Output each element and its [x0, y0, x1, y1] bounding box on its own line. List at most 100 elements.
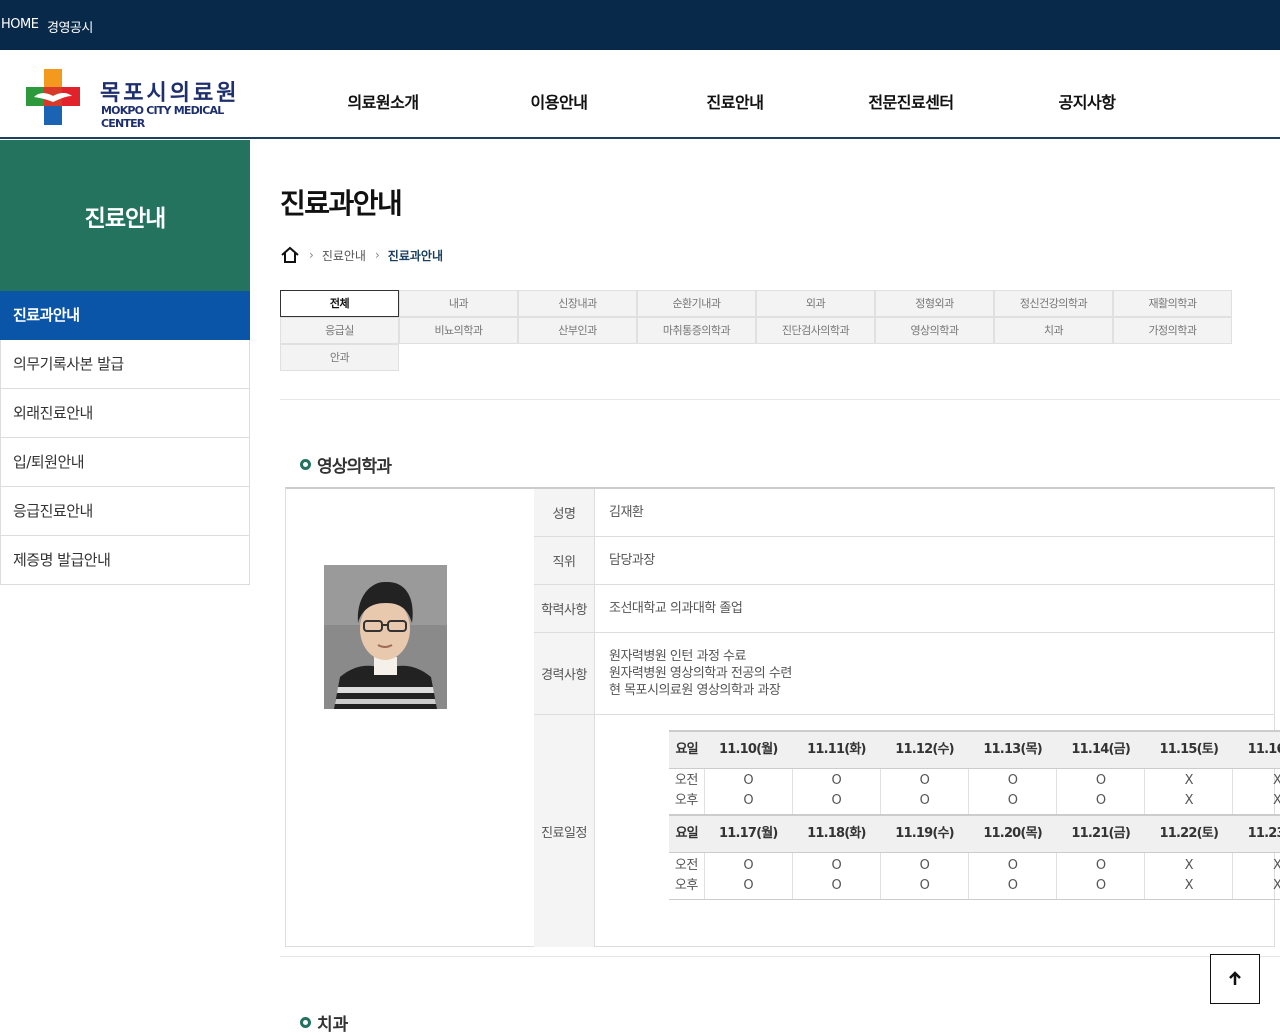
value-name: 김재환 [594, 489, 1274, 536]
breadcrumb-level1[interactable]: 진료안내 [322, 247, 366, 264]
pm-status: O [1007, 877, 1018, 893]
tab-psychiatry[interactable]: 정신건강의학과 [994, 290, 1113, 317]
value-education: 조선대학교 의과대학 졸업 [594, 585, 1274, 632]
schedule-day: 11.14(금) [1056, 730, 1145, 769]
am-status: O [1095, 773, 1106, 789]
chevron-right-icon: › [309, 248, 314, 262]
tab-rehabilitation[interactable]: 재활의학과 [1113, 290, 1232, 317]
schedule-day: 11.21(금) [1056, 814, 1145, 853]
divider [280, 399, 1280, 400]
am-status: O [743, 857, 754, 873]
top-utility-bar: HOME 경영공시 [0, 0, 1280, 50]
tab-anesthesiology[interactable]: 마취통증의학과 [637, 317, 756, 344]
divider [280, 956, 1280, 957]
sidebar-item-medical-record-copy[interactable]: 의무기록사본 발급 [0, 340, 250, 389]
schedule-day: 11.12(수) [880, 730, 969, 769]
pm-status: X [1184, 877, 1194, 893]
tab-family-medicine[interactable]: 가정의학과 [1113, 317, 1232, 344]
pm-status: X [1272, 793, 1280, 809]
tab-internal-medicine[interactable]: 내과 [399, 290, 518, 317]
schedule-cell: OO [1056, 768, 1145, 816]
scroll-to-top-button[interactable] [1210, 954, 1260, 1004]
pm-status: O [1095, 877, 1106, 893]
sidebar-item-department-guide[interactable]: 진료과안내 [0, 291, 250, 340]
schedule-day: 11.18(화) [792, 814, 881, 853]
doctor-position: 담당과장 [609, 553, 655, 568]
schedule-day: 11.16(일) [1232, 730, 1280, 769]
sidebar-item-admission-discharge[interactable]: 입/퇴원안내 [0, 438, 250, 487]
next-department-heading: 치과 [300, 1010, 348, 1035]
home-icon[interactable] [280, 246, 300, 264]
doctor-card: 성명 김재환 직위 담당과장 학력사항 조선대학교 의과대학 졸업 경력사항 원… [285, 487, 1280, 947]
home-link[interactable]: HOME [1, 17, 39, 32]
schedule-body-row: 오전 오후 O O O O O O O O O O X X X X [669, 768, 1280, 816]
site-header: 목포시의료원 MOKPO CITY MEDICAL CENTER 의료원소개 이… [0, 50, 1280, 139]
info-row-career: 경력사항 원자력병원 인턴 과정 수료 원자력병원 영상의학과 전공의 수련 현… [534, 633, 1274, 715]
gnb-item-guide[interactable]: 이용안내 [531, 89, 588, 113]
tab-cardiology[interactable]: 순환기내과 [637, 290, 756, 317]
day-label: 요일 [669, 814, 705, 853]
gnb-item-treatment[interactable]: 진료안내 [707, 89, 764, 113]
am-status: X [1272, 773, 1280, 789]
schedule-cell: OO [879, 852, 969, 900]
session-labels: 오전 오후 [669, 852, 705, 900]
info-row-name: 성명 김재환 [534, 489, 1274, 537]
am-status: O [1007, 857, 1018, 873]
sidebar: 진료안내 진료과안내 의무기록사본 발급 외래진료안내 입/퇴원안내 응급진료안… [0, 140, 250, 585]
schedule-day: 11.19(수) [880, 814, 969, 853]
sidebar-item-certificate-guide[interactable]: 제증명 발급안내 [0, 536, 250, 585]
logo-name-en: MOKPO CITY MEDICAL CENTER [101, 104, 224, 130]
department-heading: 영상의학과 [300, 452, 392, 477]
gnb-item-notice[interactable]: 공지사항 [1059, 89, 1116, 113]
gnb-item-about[interactable]: 의료원소개 [347, 89, 419, 113]
session-labels: 오전 오후 [669, 768, 705, 816]
arrow-up-icon [1229, 971, 1241, 985]
tab-radiology[interactable]: 영상의학과 [875, 317, 994, 344]
tab-surgery[interactable]: 외과 [756, 290, 875, 317]
schedule-day: 11.20(목) [968, 814, 1057, 853]
label-education: 학력사항 [534, 585, 594, 632]
day-label: 요일 [669, 730, 705, 769]
tab-dentistry[interactable]: 치과 [994, 317, 1113, 344]
tab-all[interactable]: 전체 [280, 290, 399, 317]
tab-emergency[interactable]: 응급실 [280, 317, 399, 344]
tab-ophthalmology[interactable]: 안과 [280, 344, 399, 371]
schedule-cell: OO [791, 852, 881, 900]
tab-laboratory-medicine[interactable]: 진단검사의학과 [756, 317, 875, 344]
doctor-name: 김재환 [609, 505, 644, 520]
gnb-item-special-center[interactable]: 전문진료센터 [868, 89, 954, 113]
tab-orthopedics[interactable]: 정형외과 [875, 290, 994, 317]
career-item: 현 목포시의료원 영상의학과 과장 [609, 683, 781, 698]
doctor-photo [324, 565, 447, 709]
label-position: 직위 [534, 537, 594, 584]
schedule-day: 11.22(토) [1144, 814, 1233, 853]
sidebar-item-emergency-guide[interactable]: 응급진료안내 [0, 487, 250, 536]
tab-nephrology[interactable]: 신장내과 [518, 290, 637, 317]
tab-urology[interactable]: 비뇨의학과 [399, 317, 518, 344]
am-status: O [1007, 773, 1018, 789]
next-department-name: 치과 [317, 1015, 349, 1035]
am-status: O [1095, 857, 1106, 873]
pm-status: O [1007, 793, 1018, 809]
am-status: X [1272, 857, 1280, 873]
site-logo[interactable]: 목포시의료원 MOKPO CITY MEDICAL CENTER [26, 69, 256, 130]
sidebar-item-outpatient-guide[interactable]: 외래진료안내 [0, 389, 250, 438]
management-disclosure-link[interactable]: 경영공시 [47, 17, 93, 36]
am-label: 오전 [674, 857, 698, 873]
schedule-cell: XX [1144, 852, 1233, 900]
circle-bullet-icon [300, 1017, 311, 1028]
schedule-cell: OO [879, 768, 969, 816]
am-status: O [743, 773, 754, 789]
label-career: 경력사항 [534, 633, 594, 714]
info-row-education: 학력사항 조선대학교 의과대학 졸업 [534, 585, 1274, 633]
schedule-day: 11.13(목) [968, 730, 1057, 769]
circle-bullet-icon [300, 459, 311, 470]
info-row-position: 직위 담당과장 [534, 537, 1274, 585]
department-name: 영상의학과 [317, 457, 392, 477]
label-schedule: 진료일정 [534, 715, 594, 947]
tab-obstetrics[interactable]: 산부인과 [518, 317, 637, 344]
schedule-cell: OO [968, 852, 1057, 900]
page-title: 진료과안내 [280, 187, 403, 220]
value-career: 원자력병원 인턴 과정 수료 원자력병원 영상의학과 전공의 수련 현 목포시의… [594, 633, 1274, 714]
sidebar-title: 진료안내 [0, 140, 250, 291]
